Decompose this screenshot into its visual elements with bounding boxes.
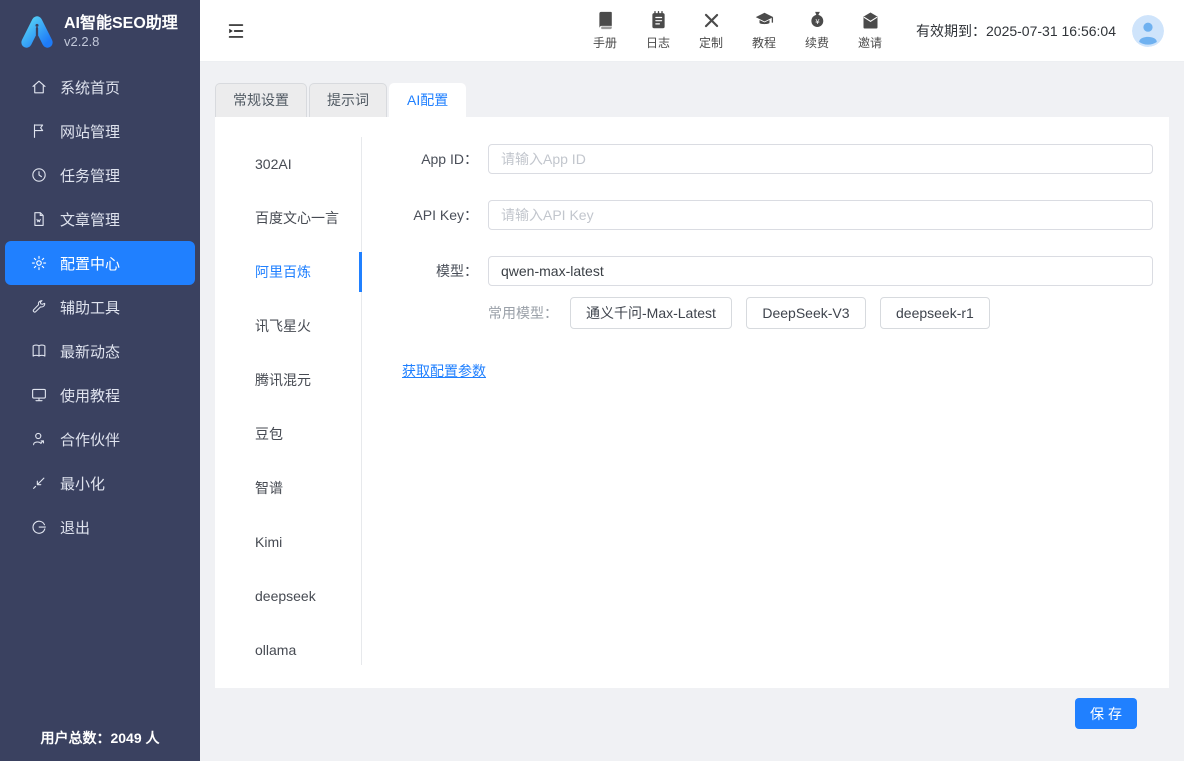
sidebar-item[interactable]: 最小化	[0, 461, 200, 505]
provider-item[interactable]: 讯飞星火	[215, 299, 361, 353]
sidebar-item[interactable]: 系统首页	[0, 65, 200, 109]
provider-config-form: App ID： API Key： 模型： 常用模型：	[362, 117, 1169, 688]
sidebar-item-label: 最小化	[60, 473, 105, 494]
save-row: 保存	[215, 688, 1169, 729]
app-version: v2.2.8	[64, 34, 178, 50]
settings-tabs: 常规设置 提示词 AI配置	[215, 83, 1169, 117]
provider-item[interactable]: 阿里百炼	[215, 245, 361, 299]
user-total-stat: 用户总数：2049 人	[0, 728, 200, 748]
provider-subnav: 302AI 百度文心一言 阿里百炼 讯飞星火 腾讯混元 豆包 智谱 Kimi	[215, 137, 362, 665]
provider-item[interactable]: 302AI	[215, 137, 361, 191]
provider-item[interactable]: 腾讯混元	[215, 353, 361, 407]
article-icon	[30, 210, 48, 228]
common-models-label: 常用模型：	[488, 303, 558, 323]
api-key-input[interactable]	[488, 200, 1153, 230]
custom-icon	[701, 10, 722, 31]
sidebar-item[interactable]: 退出	[0, 505, 200, 549]
sidebar-collapse-icon[interactable]	[225, 19, 249, 43]
provider-item[interactable]: 豆包	[215, 407, 361, 461]
renew-icon: ¥	[807, 10, 828, 31]
partner-icon	[30, 430, 48, 448]
get-config-link[interactable]: 获取配置参数	[402, 363, 486, 379]
log-icon	[648, 10, 669, 31]
provider-item[interactable]: 百度文心一言	[215, 191, 361, 245]
quick-link-label: 续费	[805, 34, 829, 51]
quick-link-label: 定制	[699, 34, 723, 51]
model-label: 模型：	[362, 261, 478, 281]
topbar: 手册 日志 定制 教程	[200, 0, 1184, 62]
app-logo-icon	[18, 13, 56, 51]
sidebar-item[interactable]: 配置中心	[5, 241, 195, 285]
sidebar: AI智能SEO助理 v2.2.8 系统首页 网站管理 任务管理	[0, 0, 200, 761]
sidebar-nav: 系统首页 网站管理 任务管理 文章管理	[0, 65, 200, 549]
app-id-label: App ID：	[362, 149, 478, 169]
quick-link[interactable]: ¥ 续费	[801, 10, 833, 51]
avatar-person-icon	[1132, 15, 1164, 47]
settings-tab[interactable]: 提示词	[309, 83, 387, 117]
settings-tab[interactable]: 常规设置	[215, 83, 307, 117]
sidebar-item-label: 网站管理	[60, 121, 120, 142]
clock-icon	[30, 166, 48, 184]
validity-text: 有效期到：2025-07-31 16:56:04	[916, 21, 1116, 41]
provider-item[interactable]: ollama	[215, 623, 361, 677]
quick-link[interactable]: 日志	[642, 10, 674, 51]
provider-item[interactable]: Kimi	[215, 515, 361, 569]
quick-link[interactable]: 邀请	[854, 10, 886, 51]
sidebar-item[interactable]: 任务管理	[0, 153, 200, 197]
invite-icon	[860, 10, 881, 31]
svg-text:¥: ¥	[815, 18, 820, 26]
ai-config-panel: 302AI 百度文心一言 阿里百炼 讯飞星火 腾讯混元 豆包 智谱 Kimi	[215, 117, 1169, 688]
logout-icon	[30, 518, 48, 536]
sidebar-item-label: 系统首页	[60, 77, 120, 98]
sidebar-item[interactable]: 网站管理	[0, 109, 200, 153]
common-model-button[interactable]: DeepSeek-V3	[746, 297, 865, 329]
sidebar-item-label: 文章管理	[60, 209, 120, 230]
common-model-button[interactable]: deepseek-r1	[880, 297, 990, 329]
quick-link-label: 日志	[646, 34, 670, 51]
course-icon	[754, 10, 775, 31]
sidebar-item-label: 辅助工具	[60, 297, 120, 318]
sidebar-item[interactable]: 最新动态	[0, 329, 200, 373]
sidebar-item[interactable]: 合作伙伴	[0, 417, 200, 461]
provider-item[interactable]: 智谱	[215, 461, 361, 515]
gear-icon	[30, 254, 48, 272]
user-avatar[interactable]	[1132, 15, 1164, 47]
quick-link[interactable]: 教程	[748, 10, 780, 51]
app-id-input[interactable]	[488, 144, 1153, 174]
manual-icon	[595, 10, 616, 31]
sidebar-item-label: 任务管理	[60, 165, 120, 186]
app-window: AI智能SEO助理 v2.2.8 系统首页 网站管理 任务管理	[0, 0, 1184, 761]
quick-link-label: 手册	[593, 34, 617, 51]
topbar-quick-links: 手册 日志 定制 教程	[589, 10, 886, 51]
sidebar-item[interactable]: 使用教程	[0, 373, 200, 417]
wrench-icon	[30, 298, 48, 316]
minimize-icon	[30, 474, 48, 492]
sidebar-item-label: 最新动态	[60, 341, 120, 362]
monitor-icon	[30, 386, 48, 404]
app-logo: AI智能SEO助理 v2.2.8	[0, 0, 200, 61]
sidebar-item[interactable]: 辅助工具	[0, 285, 200, 329]
app-title: AI智能SEO助理	[64, 14, 178, 34]
flag-icon	[30, 122, 48, 140]
sidebar-item-label: 合作伙伴	[60, 429, 120, 450]
save-button[interactable]: 保存	[1075, 698, 1137, 729]
common-model-buttons: 通义千问-Max-Latest DeepSeek-V3 deepseek-r1	[570, 297, 1000, 329]
model-input[interactable]	[488, 256, 1153, 286]
quick-link-label: 教程	[752, 34, 776, 51]
sidebar-item-label: 使用教程	[60, 385, 120, 406]
sidebar-item[interactable]: 文章管理	[0, 197, 200, 241]
common-model-button[interactable]: 通义千问-Max-Latest	[570, 297, 732, 329]
quick-link[interactable]: 定制	[695, 10, 727, 51]
sidebar-item-label: 配置中心	[60, 253, 120, 274]
settings-tab[interactable]: AI配置	[389, 83, 466, 117]
open-book-icon	[30, 342, 48, 360]
quick-link-label: 邀请	[858, 34, 882, 51]
provider-item[interactable]: deepseek	[215, 569, 361, 623]
api-key-label: API Key：	[362, 205, 478, 225]
home-icon	[30, 78, 48, 96]
sidebar-item-label: 退出	[60, 517, 90, 538]
main-content: 常规设置 提示词 AI配置 302AI 百度文心一言 阿里百炼 讯飞	[200, 62, 1184, 761]
quick-link[interactable]: 手册	[589, 10, 621, 51]
